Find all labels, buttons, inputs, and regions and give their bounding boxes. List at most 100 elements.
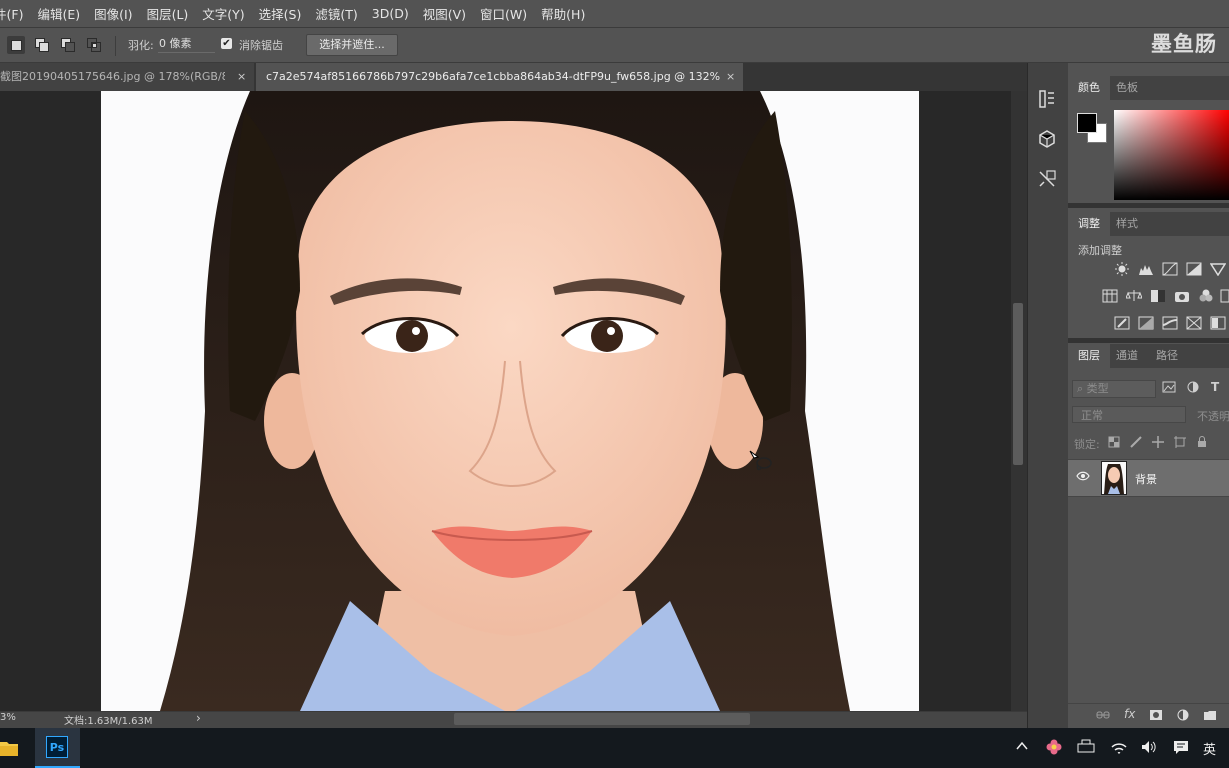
tab-layers[interactable]: 图层	[1068, 344, 1110, 368]
channel-mixer-icon[interactable]	[1198, 289, 1214, 303]
document-size: 文档:1.63M/1.63M	[64, 716, 153, 727]
document-tab-label: 截图20190405175646.jpg @ 178%(RGB/8#) *	[0, 70, 225, 83]
posterize-icon[interactable]	[1138, 316, 1154, 330]
close-icon[interactable]: ×	[726, 63, 735, 91]
tab-channels[interactable]: 通道	[1106, 344, 1148, 368]
document-tab[interactable]: 截图20190405175646.jpg @ 178%(RGB/8#) * ×	[0, 63, 254, 91]
selective-color-icon[interactable]	[1186, 316, 1202, 330]
menu-filter[interactable]: 滤镜(T)	[308, 4, 364, 23]
volume-icon[interactable]	[1141, 739, 1157, 755]
hue-saturation-icon[interactable]	[1102, 289, 1118, 303]
lock-label: 锁定:	[1074, 438, 1100, 451]
subtract-from-selection-button[interactable]	[59, 36, 77, 54]
status-menu-arrow-icon[interactable]: ›	[196, 711, 201, 725]
invert-icon[interactable]	[1114, 316, 1130, 330]
exposure-icon[interactable]	[1186, 262, 1202, 276]
visibility-eye-icon[interactable]	[1076, 470, 1090, 484]
antialias-checkbox[interactable]: ✔	[221, 38, 232, 49]
document-tab-label: c7a2e574af85166786b797c29b6afa7ce1cbba86…	[266, 70, 721, 83]
vibrance-icon[interactable]	[1210, 262, 1226, 276]
layer-name[interactable]: 背景	[1135, 471, 1157, 487]
color-lookup-icon[interactable]	[1220, 289, 1229, 303]
brand-watermark: 墨鱼肠	[1151, 32, 1217, 56]
antialias-label: 消除锯齿	[239, 39, 283, 52]
new-adjustment-layer-icon[interactable]	[1176, 709, 1190, 721]
tab-paths[interactable]: 路径	[1146, 344, 1188, 368]
filter-type-icon[interactable]: T	[1211, 380, 1219, 394]
add-to-selection-button[interactable]	[33, 36, 51, 54]
fx-icon[interactable]: fx	[1124, 707, 1135, 721]
menu-file[interactable]: 件(F)	[0, 4, 30, 23]
new-group-icon[interactable]	[1203, 709, 1217, 721]
color-spectrum[interactable]	[1114, 110, 1229, 200]
close-icon[interactable]: ×	[237, 63, 246, 91]
menu-window[interactable]: 窗口(W)	[473, 4, 534, 23]
add-mask-icon[interactable]	[1149, 709, 1163, 721]
network-device-icon[interactable]	[1077, 739, 1095, 753]
tab-adjustments[interactable]: 调整	[1068, 212, 1110, 236]
blend-mode-select[interactable]: 正常	[1072, 406, 1186, 423]
curves-icon[interactable]	[1162, 262, 1178, 276]
separator	[115, 36, 116, 56]
brightness-icon[interactable]	[1114, 262, 1130, 276]
filter-adjustment-icon[interactable]	[1186, 381, 1200, 393]
adjustments-panel-tabs: 调整 样式	[1068, 212, 1229, 236]
menu-view[interactable]: 视图(V)	[416, 4, 473, 23]
vertical-scroll-thumb[interactable]	[1013, 303, 1023, 465]
menu-help[interactable]: 帮助(H)	[534, 4, 592, 23]
tab-swatches[interactable]: 色板	[1106, 76, 1148, 100]
lock-artboard-icon[interactable]	[1174, 436, 1186, 448]
feather-label: 羽化:	[128, 39, 154, 52]
lock-transparent-pixels-icon[interactable]	[1108, 436, 1120, 448]
chevron-up-icon[interactable]	[1015, 739, 1029, 753]
menu-layer[interactable]: 图层(L)	[140, 4, 196, 23]
menu-select[interactable]: 选择(S)	[252, 4, 309, 23]
select-and-mask-button[interactable]: 选择并遮住...	[306, 34, 398, 56]
layers-panel-tabs: 图层 通道 路径	[1068, 344, 1229, 368]
layer-filter-kind[interactable]: ⌕ 类型	[1072, 380, 1156, 398]
3d-icon[interactable]	[1036, 128, 1058, 150]
document-tab-bar: 截图20190405175646.jpg @ 178%(RGB/8#) * × …	[0, 63, 1027, 91]
layer-thumbnail	[1101, 461, 1127, 495]
new-selection-button[interactable]	[7, 36, 25, 54]
foreground-color-swatch[interactable]	[1077, 113, 1097, 133]
menu-type[interactable]: 文字(Y)	[195, 4, 251, 23]
levels-icon[interactable]	[1138, 262, 1154, 276]
tab-styles[interactable]: 样式	[1106, 212, 1148, 236]
history-icon[interactable]	[1036, 88, 1058, 110]
lock-image-pixels-icon[interactable]	[1130, 436, 1142, 448]
filter-pixel-icon[interactable]	[1162, 381, 1176, 393]
photoshop-icon[interactable]: Ps	[46, 736, 68, 758]
black-white-icon[interactable]	[1150, 289, 1166, 303]
flower-app-icon[interactable]	[1046, 739, 1062, 755]
panel-divider	[1068, 338, 1229, 343]
gradient-map-icon[interactable]	[1210, 316, 1226, 330]
notification-icon[interactable]	[1173, 739, 1189, 755]
document-tab-active[interactable]: c7a2e574af85166786b797c29b6afa7ce1cbba86…	[256, 63, 743, 91]
input-method-indicator[interactable]: 英	[1203, 739, 1216, 758]
horizontal-scroll-thumb[interactable]	[454, 713, 750, 725]
color-balance-icon[interactable]	[1126, 289, 1142, 303]
lock-position-icon[interactable]	[1152, 436, 1164, 448]
lasso-cursor-icon	[749, 450, 772, 471]
properties-icon[interactable]	[1036, 168, 1058, 190]
menu-3d[interactable]: 3D(D)	[365, 6, 416, 21]
feather-input[interactable]: 0 像素	[158, 36, 215, 53]
canvas-area[interactable]	[0, 91, 1011, 711]
lock-all-icon[interactable]	[1196, 436, 1208, 448]
file-explorer-icon[interactable]	[0, 739, 20, 757]
link-layers-icon[interactable]	[1096, 709, 1110, 721]
threshold-icon[interactable]	[1162, 316, 1178, 330]
panel-icon-strip	[1027, 63, 1068, 728]
menu-image[interactable]: 图像(I)	[87, 4, 139, 23]
windows-taskbar	[0, 728, 1229, 768]
zoom-level[interactable]: 3%	[0, 712, 16, 723]
menu-edit[interactable]: 编辑(E)	[30, 4, 87, 23]
wifi-icon[interactable]	[1110, 739, 1128, 755]
intersect-selection-button[interactable]	[85, 36, 103, 54]
menu-bar: 件(F) 编辑(E) 图像(I) 图层(L) 文字(Y) 选择(S) 滤镜(T)…	[0, 0, 1229, 27]
tab-color[interactable]: 颜色	[1068, 76, 1110, 100]
photo-filter-icon[interactable]	[1174, 289, 1190, 303]
panel-divider	[1068, 203, 1229, 208]
add-adjustment-label: 添加调整	[1078, 244, 1122, 257]
